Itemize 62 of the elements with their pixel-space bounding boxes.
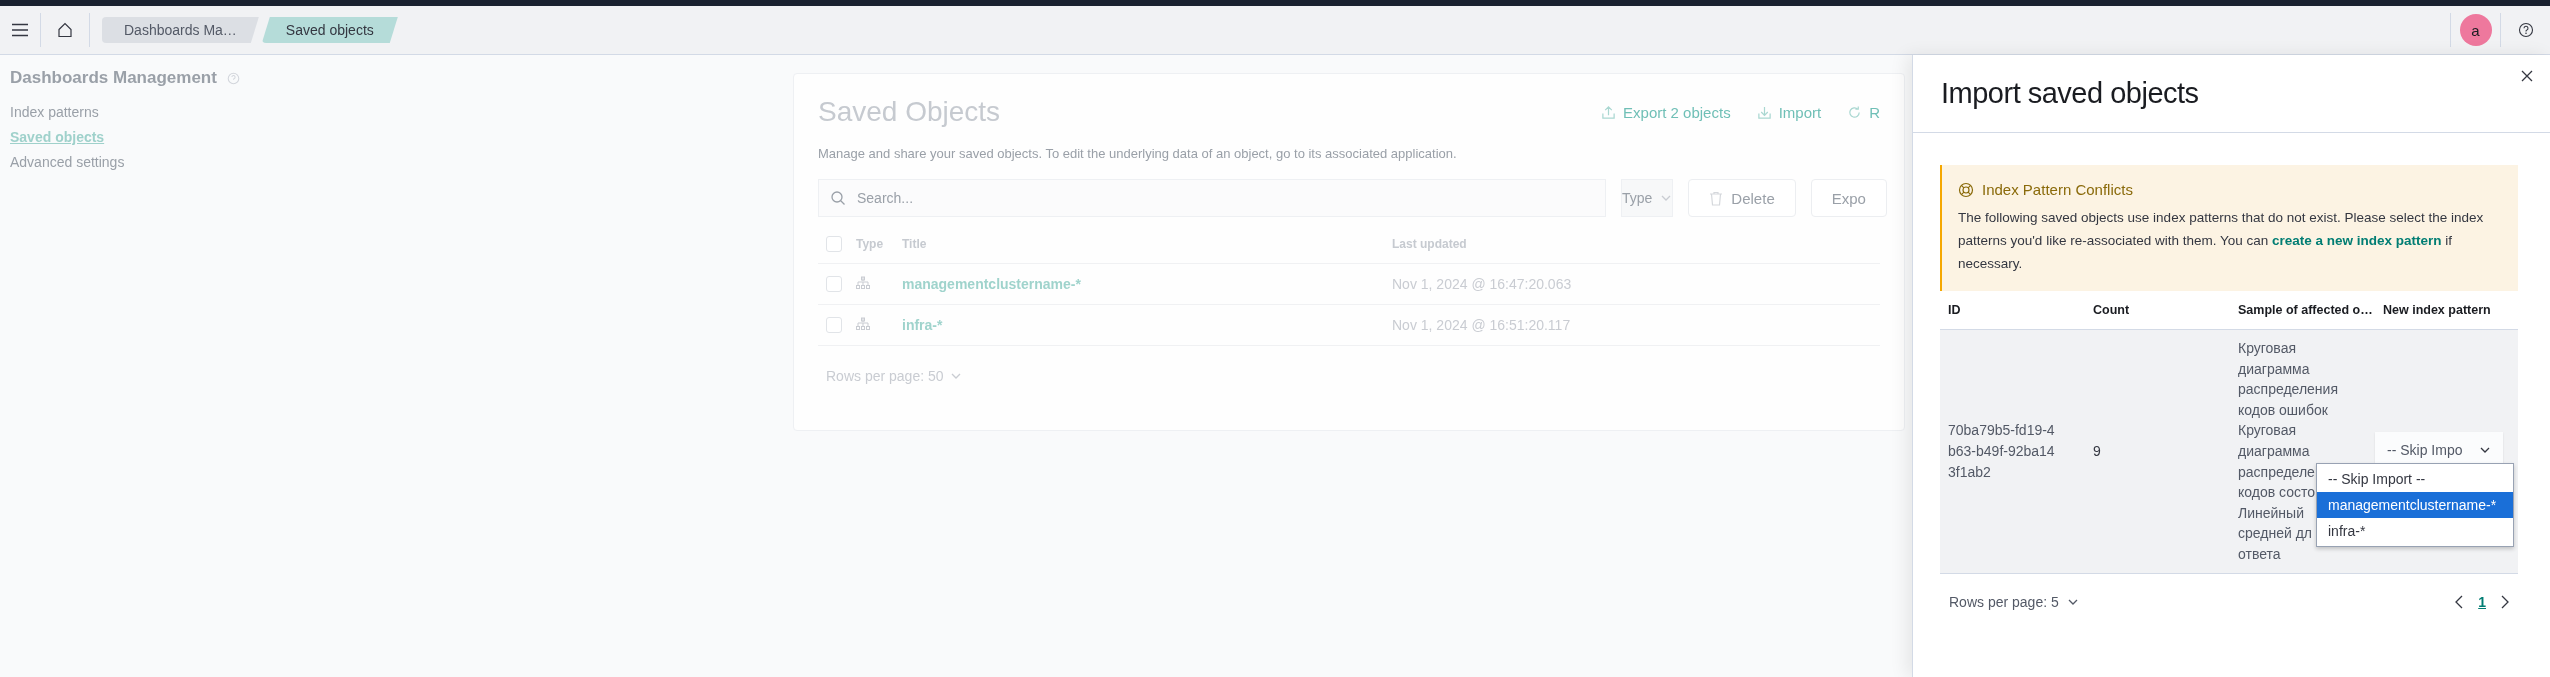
home-icon[interactable] [57,22,73,38]
sidebar-link[interactable]: Saved objects [10,125,105,150]
sample-line: распределе [2238,462,2315,482]
create-index-pattern-link[interactable]: create a new index pattern [2272,233,2442,248]
index-pattern-icon [856,275,870,290]
sidebar-link[interactable]: Index patterns [10,100,99,125]
header-action-link[interactable]: Export 2 objects [1601,103,1731,121]
trash-icon [1709,190,1724,206]
sample-line: кодов ошибок [2238,400,2328,420]
dropdown-option[interactable]: managementclustername-* [2317,492,2513,518]
sample-line: Круговая [2238,421,2297,441]
lifebuoy-icon [1958,181,1974,198]
next-page-icon[interactable] [2500,594,2510,609]
page-number[interactable]: 1 [2478,593,2486,610]
index-pattern-icon [856,316,870,331]
row-checkbox[interactable] [826,317,842,333]
menu-icon[interactable] [11,23,29,37]
delete-button[interactable]: Delete [1688,179,1796,217]
user-avatar[interactable]: a [2459,14,2492,46]
sample-line: средней дл [2238,524,2312,544]
sample-line: диаграмма [2238,359,2310,379]
search-field[interactable]: Search... [818,179,1606,217]
sample-line: Круговая [2238,339,2297,358]
table-cell-text: 70ba79b5-fd19-4b63-b49f-92ba143f1ab2 [1948,421,2056,482]
object-title-link[interactable]: managementclustername-* [902,276,1081,292]
sidebar-link[interactable]: Advanced settings [10,150,125,175]
export-button[interactable]: Expo [1810,179,1887,217]
sample-line: ответа [2238,544,2281,564]
column-header[interactable]: Last updated [1392,237,1467,251]
column-header: Sample of affected o… [2238,303,2373,317]
callout-title: Index Pattern Conflicts [1982,181,2133,198]
column-header: New index pattern [2383,303,2491,317]
search-icon [830,190,846,206]
page-description: Manage and share your saved objects. To edit the underlying data of an object, go to its associated application. [818,146,1458,161]
upload-icon [1601,104,1617,120]
download-icon [1756,104,1772,120]
rows-per-page-button[interactable]: Rows per page: 5 [1949,593,2059,610]
flyout-title: Import saved objects [1941,77,2199,109]
sample-line: кодов состо [2238,483,2316,503]
header-action-link[interactable]: Import [1756,103,1822,121]
object-title-link[interactable]: infra-* [902,317,943,333]
callout-text: The following saved objects use index patterns that do not exist. Please select the index patterns you'd like re-associated with them. You can create a new index pattern if necessary. [1958,209,2485,273]
column-header[interactable]: Type [856,237,884,251]
refresh-icon [1847,104,1863,120]
column-header: Count [2093,303,2130,317]
section-title: Dashboards Management [10,68,217,88]
help-icon[interactable] [2517,22,2534,38]
select-all-checkbox[interactable] [826,236,842,252]
table-cell: 9 [2093,443,2101,460]
header-action-link[interactable]: R [1847,103,1880,121]
previous-page-icon[interactable] [2454,594,2465,609]
sample-line: распределения [2238,380,2338,400]
column-header: ID [1948,303,1961,317]
sample-line: Линейный [2238,503,2304,523]
breadcrumb[interactable]: Dashboards Ma… [102,17,259,43]
sample-line: диаграмма [2238,441,2310,461]
type-filter[interactable]: Type [1621,179,1674,217]
row-checkbox[interactable] [826,276,842,292]
page-title: Saved Objects [818,96,1002,128]
breadcrumb[interactable]: Saved objects [261,17,398,43]
column-header[interactable]: Title [902,237,927,251]
dropdown-option[interactable]: infra-* [2317,518,2513,544]
